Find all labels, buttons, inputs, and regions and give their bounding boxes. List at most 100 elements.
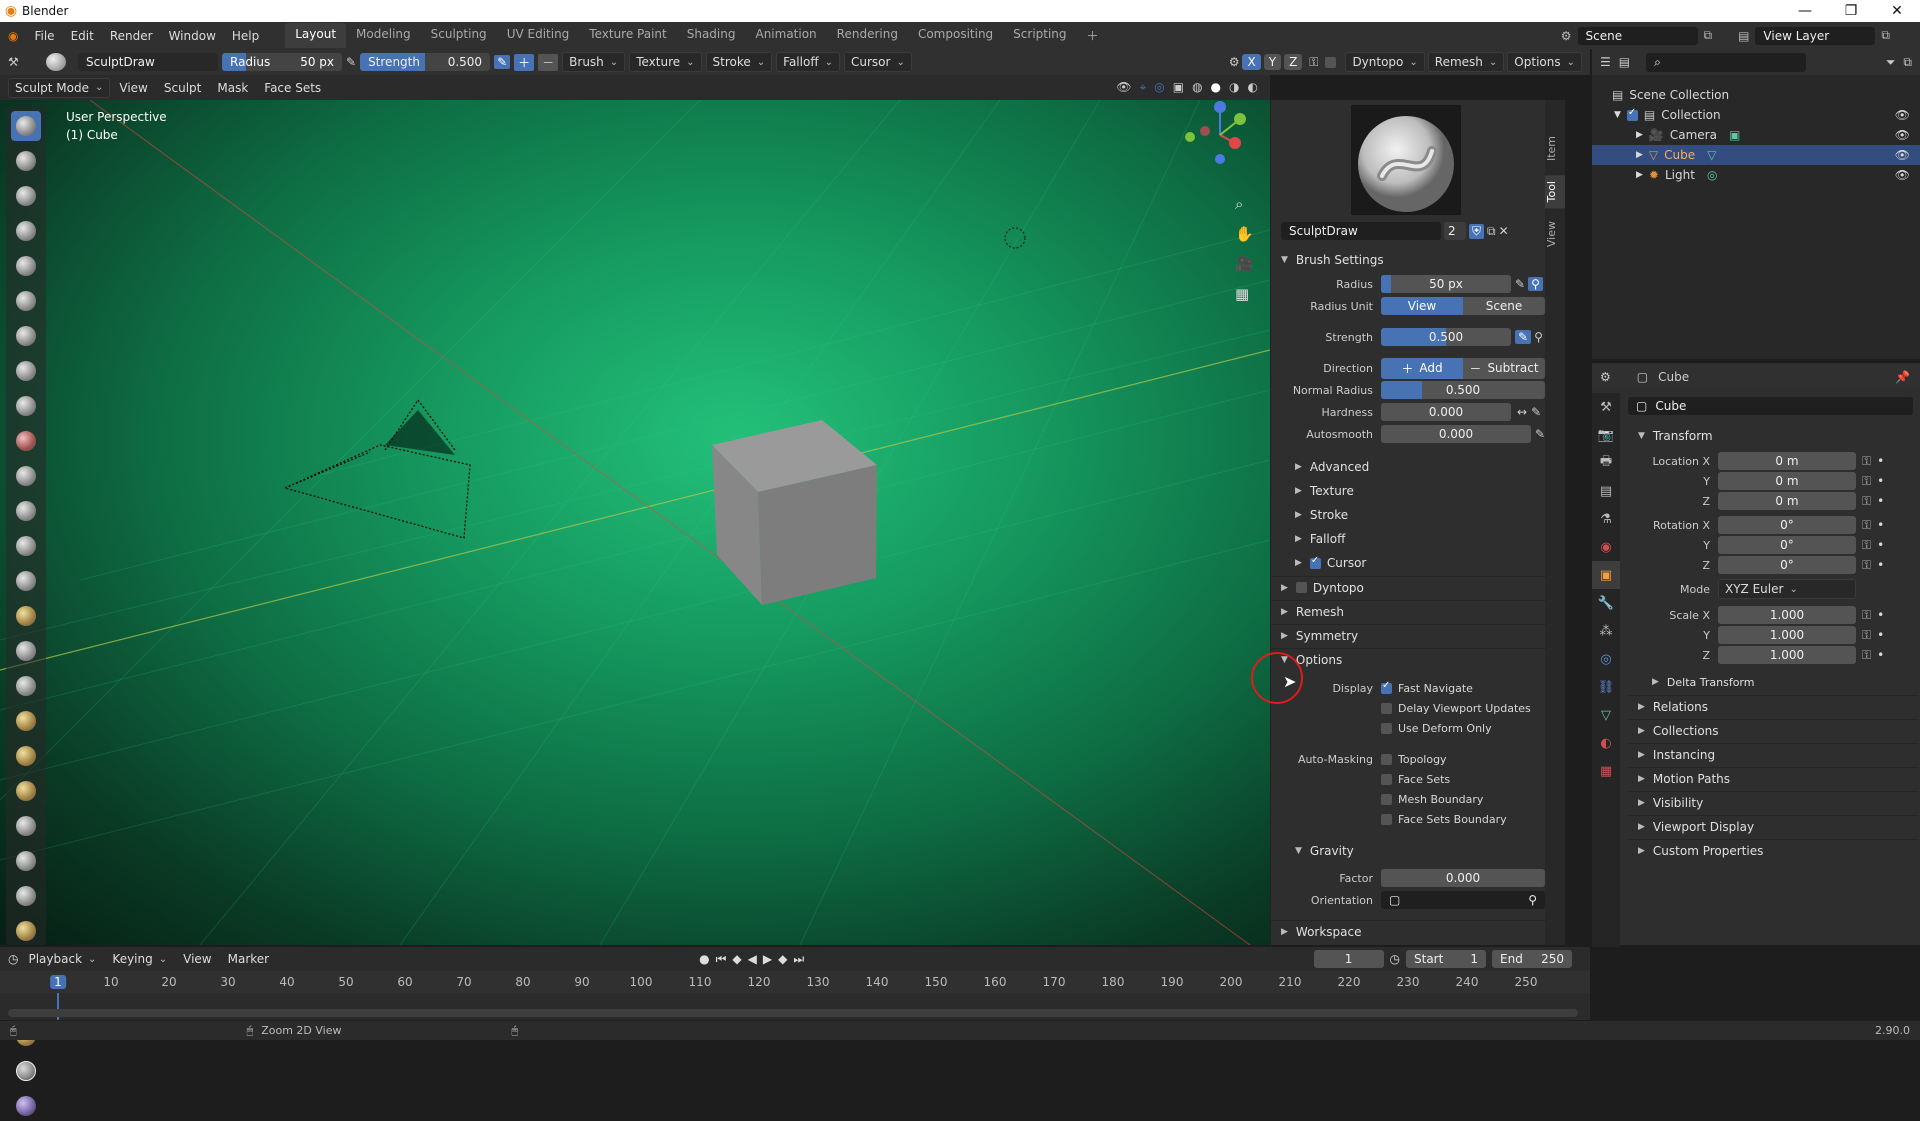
close-button[interactable]: ✕ bbox=[1874, 3, 1920, 19]
location-x-field[interactable]: 0 m bbox=[1718, 452, 1856, 470]
viewport-display-panel[interactable]: ▶ Viewport Display bbox=[1628, 815, 1918, 837]
visibility-eye-icon[interactable]: 👁 bbox=[1895, 108, 1910, 122]
tool-clay-strips[interactable] bbox=[11, 216, 41, 246]
tool-thumb[interactable] bbox=[11, 741, 41, 771]
prev-keyframe-icon[interactable]: ◆ bbox=[732, 952, 741, 966]
rotation-z-field[interactable]: 0° bbox=[1718, 556, 1856, 574]
orientation-field[interactable]: ▢ ⚲ bbox=[1381, 891, 1545, 909]
new-collection-icon[interactable]: ⧉ bbox=[1903, 55, 1912, 70]
tool-draw-sharp[interactable] bbox=[11, 146, 41, 176]
menu-face-sets[interactable]: Face Sets bbox=[257, 79, 328, 97]
display-mode-icon[interactable]: ▤ bbox=[1619, 55, 1630, 69]
keyframe-dot-icon[interactable]: • bbox=[1877, 518, 1884, 532]
outliner-item-light[interactable]: ▶ ✹ Light ◎ 👁 bbox=[1592, 165, 1920, 185]
hardness-pen-icon[interactable]: ✎ bbox=[1531, 405, 1541, 419]
mesh-boundary-checkbox[interactable] bbox=[1381, 793, 1392, 805]
expand-triangle-icon[interactable]: ▼ bbox=[1614, 110, 1621, 120]
tab-shading[interactable]: Shading bbox=[677, 23, 746, 48]
xray-icon[interactable]: ▣ bbox=[1173, 80, 1184, 95]
subpanel-gravity[interactable]: ▼ Gravity bbox=[1271, 840, 1546, 862]
outliner-editor-icon[interactable]: ☰ bbox=[1600, 55, 1611, 69]
menu-edit[interactable]: Edit bbox=[63, 29, 102, 43]
modifier-tab-icon[interactable]: 🔧 bbox=[1592, 589, 1620, 617]
strength-pen-icon[interactable]: ✎ bbox=[1515, 330, 1532, 344]
play-reverse-icon[interactable]: ◀ bbox=[748, 952, 757, 966]
tool-clay-thumb[interactable] bbox=[11, 251, 41, 281]
dyntopo-checkbox[interactable] bbox=[1325, 56, 1337, 68]
scale-z-field[interactable]: 1.000 bbox=[1718, 646, 1856, 664]
menu-view[interactable]: View bbox=[112, 79, 154, 97]
normal-radius-field[interactable]: 0.500 bbox=[1381, 381, 1545, 399]
radius-unit-view-button[interactable]: View bbox=[1381, 297, 1463, 315]
brush-menu[interactable]: Brush bbox=[562, 52, 626, 72]
relations-panel[interactable]: ▶ Relations bbox=[1628, 695, 1918, 717]
visibility-eye-icon[interactable]: 👁 bbox=[1895, 148, 1910, 162]
subtract-direction-icon[interactable]: － bbox=[538, 53, 559, 71]
location-y-field[interactable]: 0 m bbox=[1718, 472, 1856, 490]
rotation-y-field[interactable]: 0° bbox=[1718, 536, 1856, 554]
keyframe-dot-icon[interactable]: • bbox=[1877, 474, 1884, 488]
tab-uv-editing[interactable]: UV Editing bbox=[497, 23, 580, 48]
gravity-factor-field[interactable]: 0.000 bbox=[1381, 869, 1545, 887]
hardness-field[interactable]: 0.000 bbox=[1381, 403, 1511, 421]
visibility-eye-icon[interactable]: 👁 bbox=[1895, 128, 1910, 142]
radius-pen-icon[interactable]: ✎ bbox=[1515, 277, 1525, 291]
keyframe-dot-icon[interactable]: • bbox=[1877, 454, 1884, 468]
material-shading-icon[interactable]: ◑ bbox=[1229, 80, 1239, 95]
panel-dyntopo[interactable]: ▶ Dyntopo bbox=[1271, 576, 1546, 598]
rendered-shading-icon[interactable]: ◐ bbox=[1248, 80, 1258, 95]
remesh-menu[interactable]: Remesh bbox=[1427, 52, 1505, 72]
scene-tab-icon[interactable]: ⚗ bbox=[1592, 505, 1620, 533]
stroke-menu[interactable]: Stroke bbox=[705, 52, 773, 72]
lock-icon[interactable]: ⚿ bbox=[1862, 474, 1871, 489]
tool-scrape[interactable] bbox=[11, 531, 41, 561]
record-icon[interactable]: ● bbox=[699, 952, 709, 966]
panel-remesh[interactable]: ▶ Remesh bbox=[1271, 600, 1546, 622]
tab-sculpting[interactable]: Sculpting bbox=[421, 23, 497, 48]
wireframe-shading-icon[interactable]: ◍ bbox=[1192, 80, 1202, 95]
keyframe-dot-icon[interactable]: • bbox=[1877, 558, 1884, 572]
subpanel-texture[interactable]: ▶ Texture bbox=[1271, 480, 1546, 502]
new-scene-icon[interactable]: ⧉ bbox=[1704, 28, 1713, 43]
lock-icon[interactable]: ⚿ bbox=[1309, 55, 1318, 70]
lock-icon[interactable]: ⚿ bbox=[1862, 494, 1871, 509]
view-layer-field[interactable]: View Layer bbox=[1755, 26, 1876, 45]
face-sets-checkbox[interactable] bbox=[1381, 773, 1392, 785]
strength-pressure-icon[interactable]: ✎ bbox=[494, 55, 511, 69]
tool-draw[interactable] bbox=[11, 111, 41, 141]
visibility-panel[interactable]: ▶ Visibility bbox=[1628, 791, 1918, 813]
editor-type-icon[interactable]: ⚒ bbox=[8, 55, 34, 69]
brush-users-count[interactable]: 2 bbox=[1444, 222, 1466, 240]
strength-field[interactable]: 0.500 bbox=[1381, 328, 1511, 346]
filter-icon[interactable]: ⏷ bbox=[1886, 55, 1896, 70]
dyntopo-menu[interactable]: Dyntopo bbox=[1345, 52, 1425, 72]
tool-crease[interactable] bbox=[11, 391, 41, 421]
fake-user-shield-icon[interactable]: ⛨ bbox=[1469, 223, 1485, 239]
fast-navigate-checkbox[interactable] bbox=[1381, 680, 1392, 694]
outliner-search-input[interactable]: ⌕ bbox=[1646, 52, 1807, 72]
playback-menu[interactable]: Playback bbox=[22, 950, 102, 968]
menu-render[interactable]: Render bbox=[102, 29, 161, 43]
tab-view[interactable]: View bbox=[1545, 215, 1565, 253]
brush-datablock-field[interactable]: SculptDraw bbox=[1281, 222, 1441, 240]
subpanel-falloff[interactable]: ▶ Falloff bbox=[1271, 528, 1546, 550]
panel-symmetry[interactable]: ▶ Symmetry bbox=[1271, 624, 1546, 646]
rotation-mode-dropdown[interactable]: XYZ Euler bbox=[1718, 579, 1856, 599]
keyframe-dot-icon[interactable]: • bbox=[1877, 538, 1884, 552]
scene-field[interactable]: Scene bbox=[1577, 26, 1698, 45]
texture-menu[interactable]: Texture bbox=[629, 52, 702, 72]
minimize-button[interactable]: — bbox=[1782, 3, 1828, 19]
tool-layer[interactable] bbox=[11, 286, 41, 316]
scale-x-field[interactable]: 1.000 bbox=[1718, 606, 1856, 624]
brush-settings-panel-header[interactable]: ▼ Brush Settings bbox=[1271, 249, 1546, 271]
menu-help[interactable]: Help bbox=[224, 29, 267, 43]
zoom-icon[interactable]: ⌕ bbox=[1235, 195, 1254, 213]
keyframe-dot-icon[interactable]: • bbox=[1877, 608, 1884, 622]
tool-flatten[interactable] bbox=[11, 461, 41, 491]
instancing-panel[interactable]: ▶ Instancing bbox=[1628, 743, 1918, 765]
radius-slider[interactable]: Radius 50 px bbox=[222, 53, 342, 71]
symmetry-x-toggle[interactable]: X bbox=[1242, 54, 1261, 70]
unlink-brush-icon[interactable]: ✕ bbox=[1499, 224, 1509, 238]
object-tab-icon[interactable]: ▣ bbox=[1592, 561, 1620, 589]
camera-view-icon[interactable]: 🎥 bbox=[1235, 255, 1254, 273]
